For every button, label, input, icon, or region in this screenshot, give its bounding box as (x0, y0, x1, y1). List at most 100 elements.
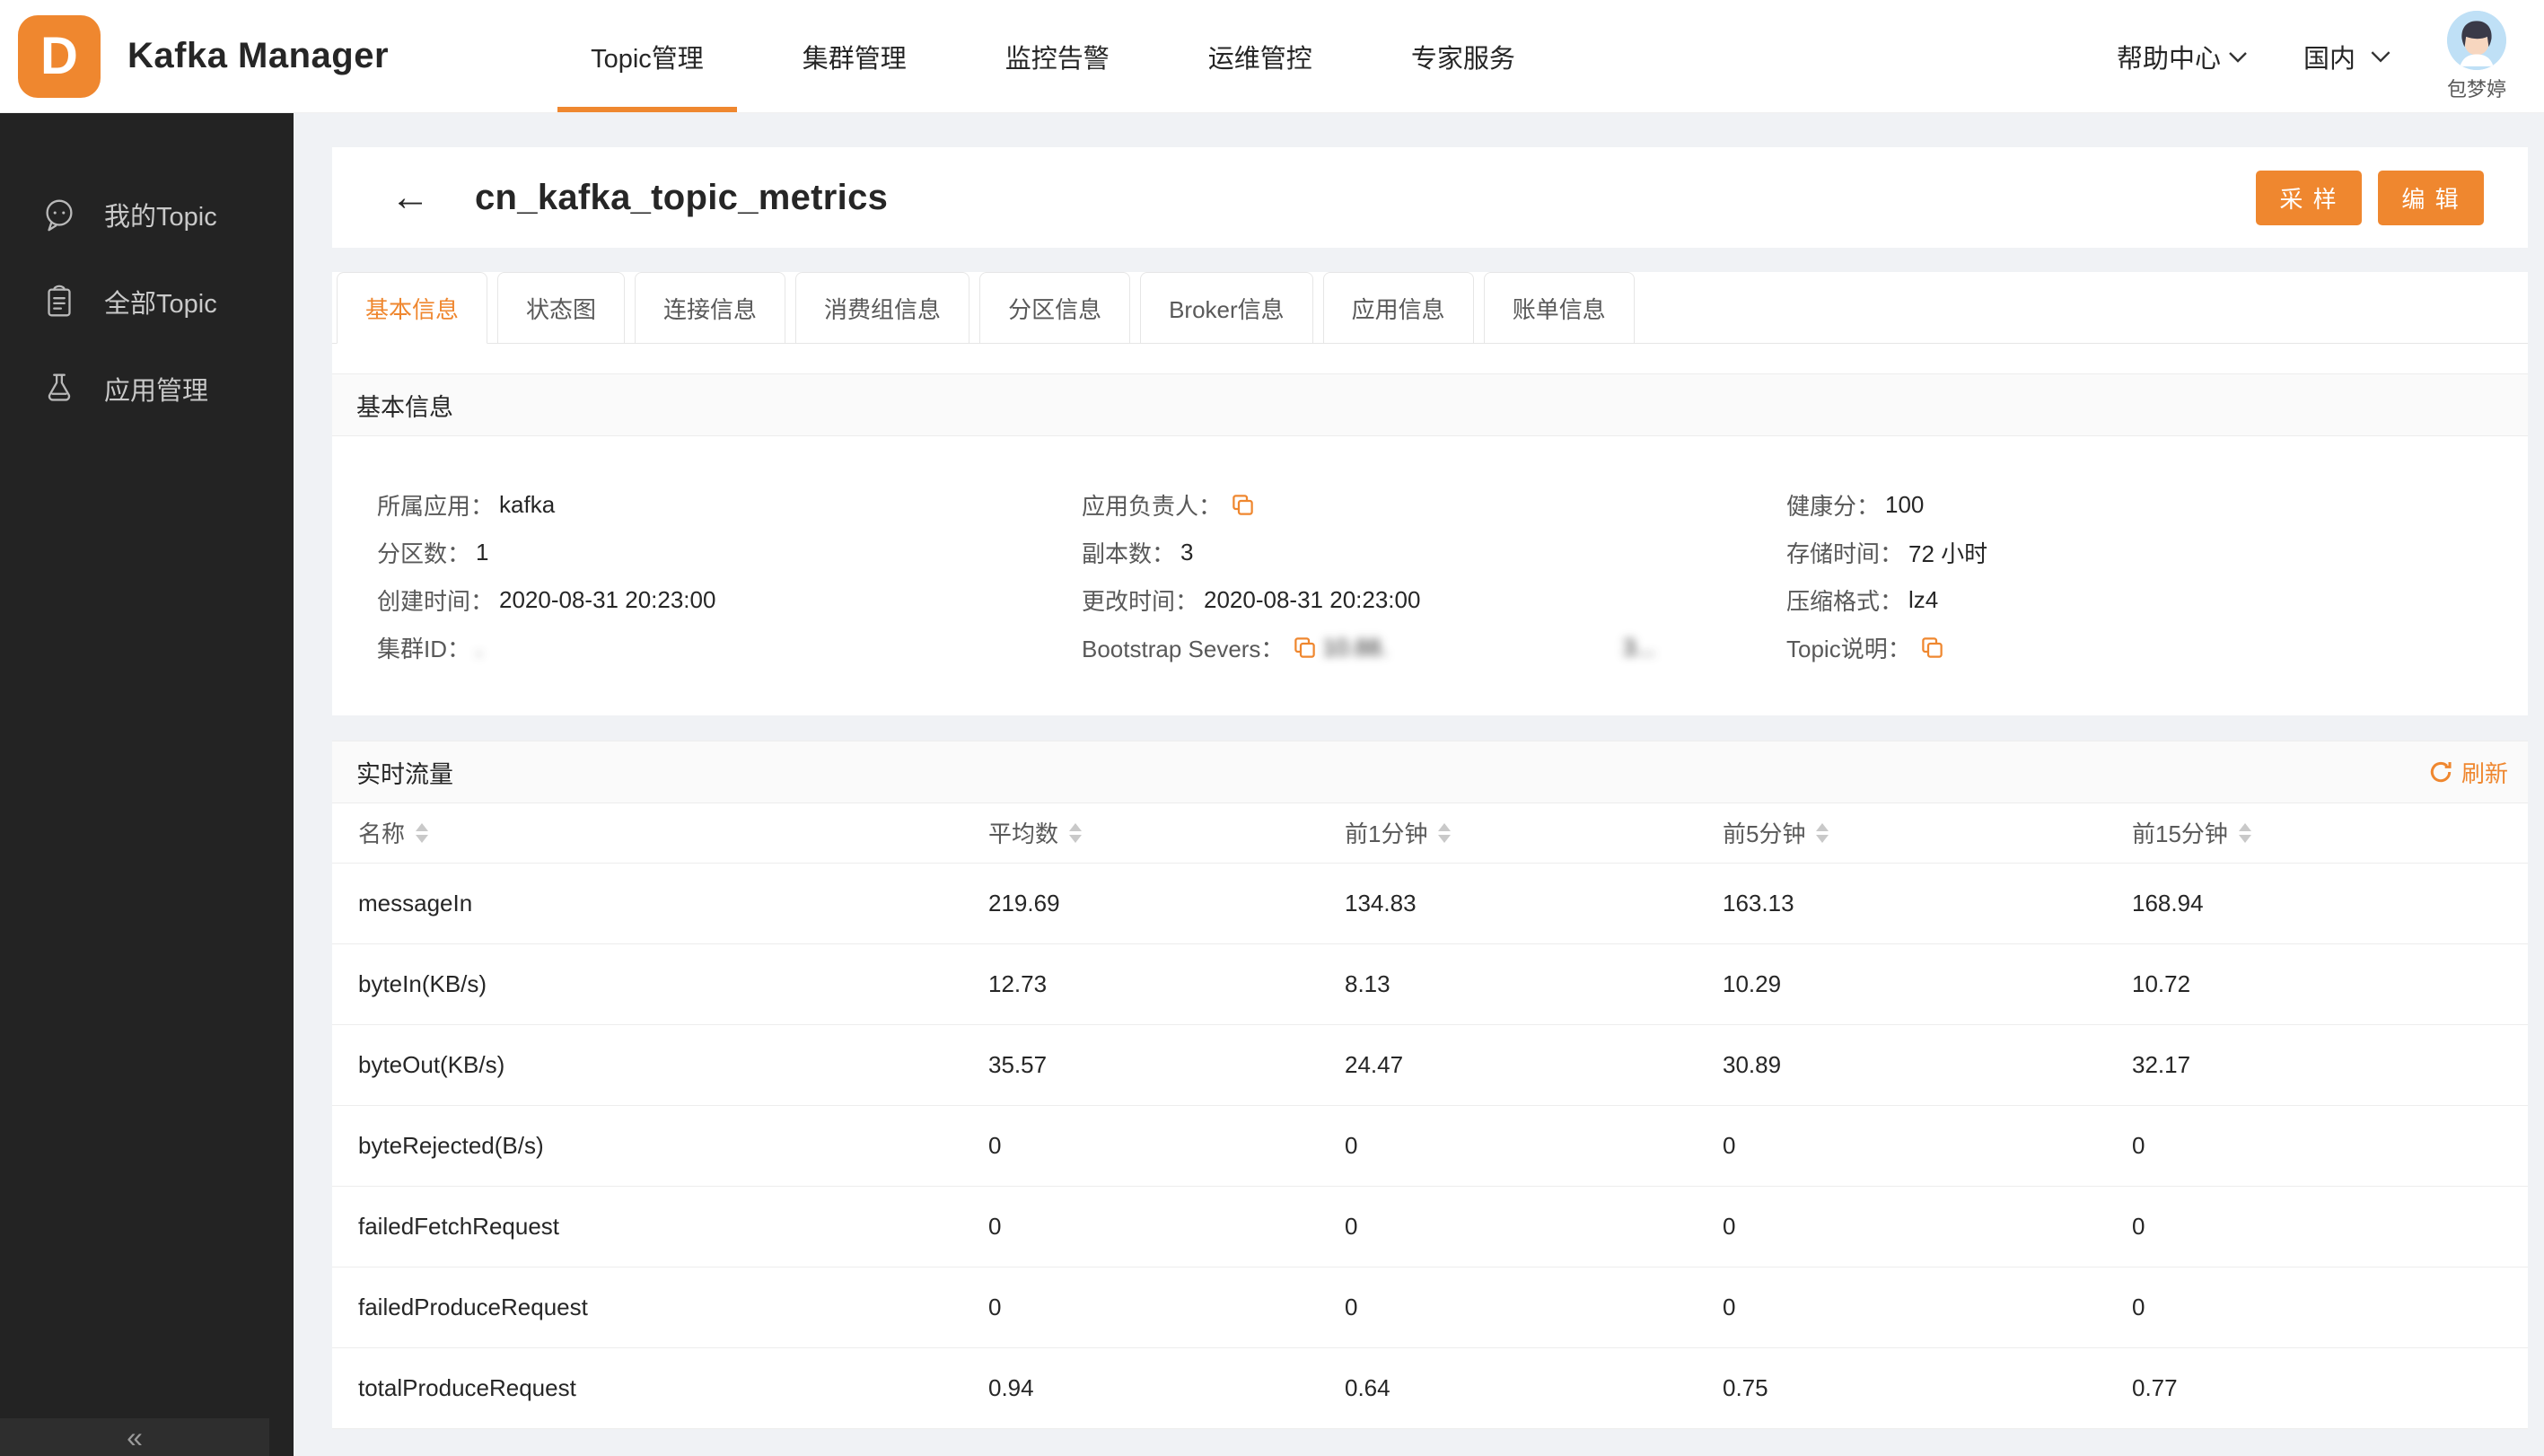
page-header-card: ← cn_kafka_topic_metrics 采 样 编 辑 (332, 147, 2528, 248)
table-header-row: 名称 平均数 前1分钟 前5分钟 前15分钟 (332, 803, 2528, 864)
metric-15min: 32.17 (2132, 1024, 2528, 1106)
nav-item-topic-management[interactable]: Topic管理 (541, 0, 753, 112)
column-header-average[interactable]: 平均数 (988, 803, 1345, 864)
help-center-label: 帮助中心 (2116, 44, 2221, 74)
metric-15min: 168.94 (2132, 863, 2528, 944)
tab-basic-info[interactable]: 基本信息 (337, 272, 488, 344)
sidebar-collapse-toggle[interactable]: « (0, 1418, 269, 1456)
table-row: byteOut(KB/s) 35.57 24.47 30.89 32.17 (332, 1024, 2528, 1106)
basic-info-grid: 所属应用： kafka 应用负责人： 健康分： 100 分区数： 1 副本数： … (332, 436, 2528, 715)
column-header-name[interactable]: 名称 (332, 803, 988, 864)
field-owning-app: 所属应用： kafka (377, 490, 556, 520)
field-health-score: 健康分： 100 (1786, 490, 1925, 520)
top-header: D Kafka Manager Topic管理 集群管理 监控告警 运维管控 专… (0, 0, 2544, 113)
nav-item-expert-service[interactable]: 专家服务 (1362, 0, 1565, 112)
nav-item-monitor-alerts[interactable]: 监控告警 (956, 0, 1159, 112)
username: 包梦婷 (2446, 77, 2506, 101)
field-partition-count: 分区数： 1 (377, 538, 489, 567)
field-modify-time: 更改时间： 2020-08-31 20:23:00 (1082, 585, 1421, 615)
edit-button[interactable]: 编 辑 (2378, 170, 2484, 225)
metric-average: 0 (988, 1105, 1345, 1187)
metric-5min: 163.13 (1723, 863, 2132, 944)
app-logo[interactable]: D (18, 14, 101, 98)
metric-1min: 8.13 (1345, 943, 1723, 1025)
tab-broker-info[interactable]: Broker信息 (1140, 272, 1313, 344)
refresh-icon (2430, 761, 2452, 783)
sort-icon[interactable] (1069, 822, 1083, 843)
user-avatar[interactable] (2446, 10, 2506, 70)
column-header-last-1min[interactable]: 前1分钟 (1345, 803, 1723, 864)
metric-5min: 30.89 (1723, 1024, 2132, 1106)
metric-5min: 10.29 (1723, 943, 2132, 1025)
chevron-down-icon (2370, 41, 2391, 71)
refresh-button[interactable]: 刷新 (2428, 756, 2508, 789)
basic-info-section-header: 基本信息 (332, 373, 2528, 436)
tab-billing-info[interactable]: 账单信息 (1483, 272, 1635, 344)
sort-icon[interactable] (1438, 822, 1452, 843)
sidebar-item-label: 全部Topic (104, 289, 217, 319)
metric-5min: 0 (1723, 1267, 2132, 1348)
metric-1min: 0 (1345, 1267, 1723, 1348)
realtime-traffic-card: 实时流量 刷新 名称 平均数 前1分钟 前5分钟 前15分钟 messageIn… (332, 741, 2528, 1429)
sidebar-item-all-topic[interactable]: 全部Topic (0, 258, 294, 345)
tab-status-chart[interactable]: 状态图 (497, 272, 626, 344)
metric-name: failedProduceRequest (332, 1267, 988, 1348)
metric-name: messageIn (332, 863, 988, 944)
metric-5min: 0.75 (1723, 1347, 2132, 1429)
sidebar-item-app-management[interactable]: 应用管理 (0, 345, 294, 432)
metric-name: totalProduceRequest (332, 1347, 988, 1429)
metric-average: 35.57 (988, 1024, 1345, 1106)
metric-name: byteIn(KB/s) (332, 943, 988, 1025)
metric-1min: 0 (1345, 1105, 1723, 1187)
copy-icon[interactable] (1920, 636, 1944, 660)
top-nav: Topic管理 集群管理 监控告警 运维管控 专家服务 (541, 0, 1565, 112)
back-button[interactable]: ← (390, 178, 430, 217)
metric-1min: 0.64 (1345, 1347, 1723, 1429)
sort-icon[interactable] (416, 822, 429, 843)
sort-icon[interactable] (2238, 822, 2251, 843)
metric-1min: 24.47 (1345, 1024, 1723, 1106)
field-bootstrap-servers: Bootstrap Severs： 10.88. 3... (1082, 633, 1655, 662)
sample-button[interactable]: 采 样 (2256, 170, 2362, 225)
metric-15min: 0 (2132, 1105, 2528, 1187)
page-title: cn_kafka_topic_metrics (475, 177, 889, 217)
tab-connection-info[interactable]: 连接信息 (635, 272, 786, 344)
field-compression-format: 压缩格式： lz4 (1786, 585, 1939, 615)
field-replica-count: 副本数： 3 (1082, 538, 1194, 567)
metric-5min: 0 (1723, 1186, 2132, 1267)
nav-item-cluster-management[interactable]: 集群管理 (753, 0, 956, 112)
user-profile[interactable]: 包梦婷 (2446, 10, 2506, 102)
chat-icon (38, 193, 81, 236)
section-title: 基本信息 (356, 393, 453, 421)
table-row: totalProduceRequest 0.94 0.64 0.75 0.77 (332, 1347, 2528, 1429)
help-center-link[interactable]: 帮助中心 (2117, 38, 2248, 75)
sort-icon[interactable] (1816, 822, 1829, 843)
tab-app-info[interactable]: 应用信息 (1322, 272, 1474, 344)
metric-average: 0.94 (988, 1347, 1345, 1429)
table-row: failedFetchRequest 0 0 0 0 (332, 1186, 2528, 1267)
sidebar-item-my-topic[interactable]: 我的Topic (0, 171, 294, 258)
field-app-owner: 应用负责人： (1082, 488, 1786, 521)
chevron-down-icon (2228, 41, 2248, 71)
field-topic-description: Topic说明： (1786, 631, 2528, 663)
metric-15min: 0.77 (2132, 1347, 2528, 1429)
metric-15min: 0 (2132, 1267, 2528, 1348)
column-header-last-5min[interactable]: 前5分钟 (1723, 803, 2132, 864)
metric-name: byteRejected(B/s) (332, 1105, 988, 1187)
sidebar-item-label: 我的Topic (104, 202, 217, 232)
region-selector[interactable]: 国内 (2303, 38, 2391, 75)
field-retention-time: 存储时间： 72 小时 (1786, 539, 1988, 567)
logo-letter: D (40, 27, 78, 85)
copy-icon[interactable] (1231, 493, 1255, 517)
tab-partition-info[interactable]: 分区信息 (979, 272, 1131, 344)
detail-tabs: 基本信息 状态图 连接信息 消费组信息 分区信息 Broker信息 应用信息 账… (332, 272, 2528, 344)
tab-consumer-group-info[interactable]: 消费组信息 (795, 272, 970, 344)
nav-item-ops-control[interactable]: 运维管控 (1159, 0, 1362, 112)
copy-icon[interactable] (1293, 636, 1317, 660)
app-flask-icon (38, 367, 81, 410)
app-title: Kafka Manager (127, 36, 390, 75)
metrics-table: 名称 平均数 前1分钟 前5分钟 前15分钟 messageIn 219.69 … (332, 803, 2528, 1429)
column-header-last-15min[interactable]: 前15分钟 (2132, 803, 2528, 864)
field-create-time: 创建时间： 2020-08-31 20:23:00 (377, 585, 716, 615)
sidebar: 我的Topic 全部Topic 应用管理 « (0, 113, 294, 1456)
